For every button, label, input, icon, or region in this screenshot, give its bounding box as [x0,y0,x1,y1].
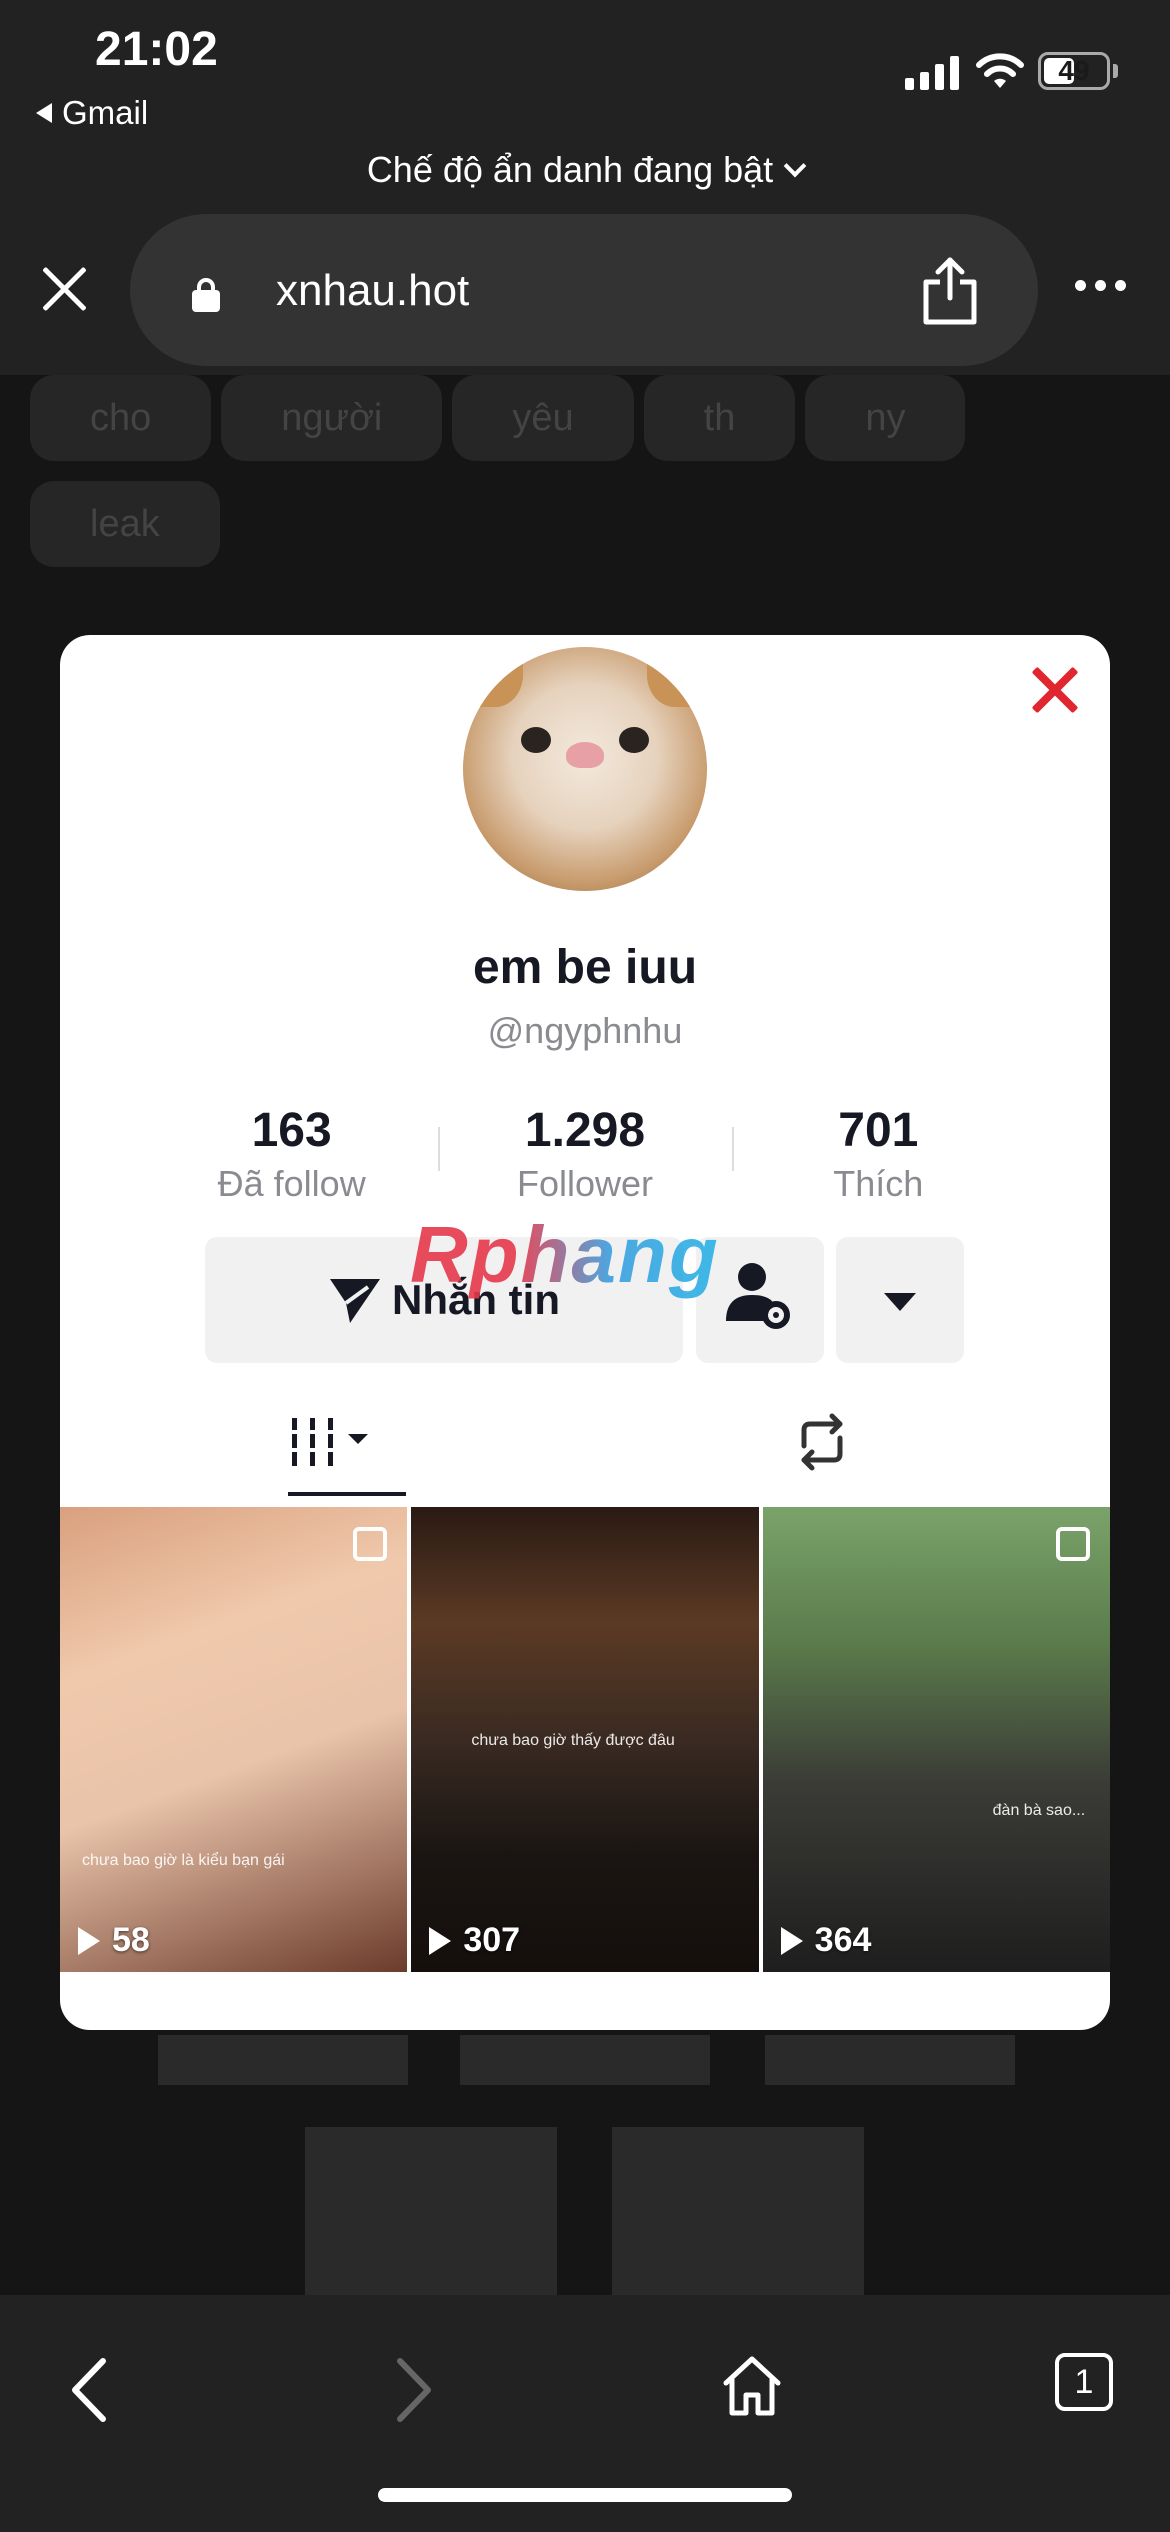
view-count: 364 [780,1921,872,1960]
play-icon [78,1926,100,1955]
stat-value: 163 [251,1104,332,1157]
tab-videos[interactable] [288,1410,378,1470]
url-text: xnhau.hot [276,266,470,315]
private-mode-banner[interactable]: Chế độ ẩn danh đang bật [0,140,1170,200]
video-thumbnail[interactable]: chưa bao giờ là kiểu bạn gái 58 [60,1507,408,1972]
address-bar[interactable]: xnhau.hot [130,214,1038,366]
tag-chip[interactable]: th [643,375,796,461]
back-icon[interactable] [65,2355,113,2425]
background-thumbnail [305,2127,557,2297]
view-count: 58 [78,1921,150,1960]
avatar [463,647,707,891]
close-icon[interactable] [1030,665,1080,715]
tag-chip[interactable]: người [221,375,443,461]
repost-icon[interactable] [790,1410,854,1474]
profile-stats: 163 Đã follow 1.298 Follower 701 Thích [145,1105,1025,1205]
stat-following[interactable]: 163 Đã follow [145,1105,438,1205]
video-caption: chưa bao giờ là kiểu bạn gái [82,1852,285,1869]
video-thumbnail[interactable]: đàn bà sao... 364 [762,1507,1110,1972]
message-button-label: Nhắn tin [392,1276,560,1323]
video-thumbnail[interactable]: chưa bao giờ thấy được đâu 307 [411,1507,759,1972]
view-count-value: 307 [463,1921,521,1959]
battery-tip [1113,64,1118,78]
tag-chip[interactable]: leak [30,481,220,567]
video-caption: đàn bà sao... [992,1802,1086,1819]
background-thumbnail [460,2035,710,2085]
multi-photo-icon [1055,1527,1090,1561]
wifi-icon [976,53,1024,88]
message-button[interactable]: Nhắn tin [205,1237,683,1363]
background-thumbnail [765,2035,1015,2085]
back-to-app-link[interactable]: Gmail [36,94,148,132]
stat-value: 1.298 [524,1104,646,1157]
chevron-down-icon [783,154,807,178]
profile-modal: em be iuu @ngyphnhu 163 Đã follow 1.298 … [60,635,1110,2030]
video-grid: chưa bao giờ là kiểu bạn gái 58 chưa bao… [60,1507,1110,1972]
lock-icon [192,278,220,312]
clock: 21:02 [95,23,218,76]
tag-chip[interactable]: yêu [452,375,634,461]
stat-label: Thích [833,1163,924,1204]
back-arrow-icon [36,103,52,123]
stat-label: Follower [516,1163,654,1204]
play-icon [429,1926,452,1955]
more-actions-button[interactable] [836,1237,964,1363]
status-bar: 21:02 Gmail 49 [0,0,1170,140]
tabs-button[interactable]: 1 [1055,2353,1113,2411]
tag-chip[interactable]: cho [30,375,212,461]
caret-down-icon [884,1293,916,1311]
background-thumbnail [612,2127,864,2297]
tag-list: cho người yêu th ny leak [30,375,1140,577]
user-settings-icon [726,1263,790,1329]
tag-chip[interactable]: ny [805,375,966,461]
active-tab-indicator [288,1492,406,1496]
cellular-signal-icon [905,54,959,90]
play-icon [780,1926,803,1955]
profile-tabs [60,1390,1110,1500]
more-options-icon[interactable] [1075,280,1126,291]
view-count-value: 58 [112,1921,150,1959]
home-icon[interactable] [720,2353,784,2417]
view-count: 307 [429,1921,520,1960]
private-mode-label: Chế độ ẩn danh đang bật [366,149,774,190]
close-icon[interactable] [38,262,90,314]
view-count-value: 364 [814,1921,872,1959]
forward-icon[interactable] [390,2355,438,2425]
battery-icon: 49 [1038,52,1110,90]
user-settings-button[interactable] [696,1237,824,1363]
profile-username: em be iuu [472,941,698,994]
stat-likes: 701 Thích [731,1104,1025,1205]
stat-followers[interactable]: 1.298 Follower [438,1105,731,1205]
multi-photo-icon [353,1527,388,1561]
back-app-label: Gmail [62,94,149,131]
home-indicator [378,2488,792,2502]
stat-value: 701 [838,1104,919,1157]
video-caption: chưa bao giờ thấy được đâu [471,1732,675,1749]
stat-label: Đã follow [217,1163,366,1204]
background-thumbnail [158,2035,408,2085]
send-icon [330,1279,380,1323]
share-icon[interactable] [920,256,980,326]
battery-level: 49 [1058,55,1090,86]
profile-handle: @ngyphnhu [487,1010,683,1051]
browser-url-row: xnhau.hot [0,200,1170,375]
